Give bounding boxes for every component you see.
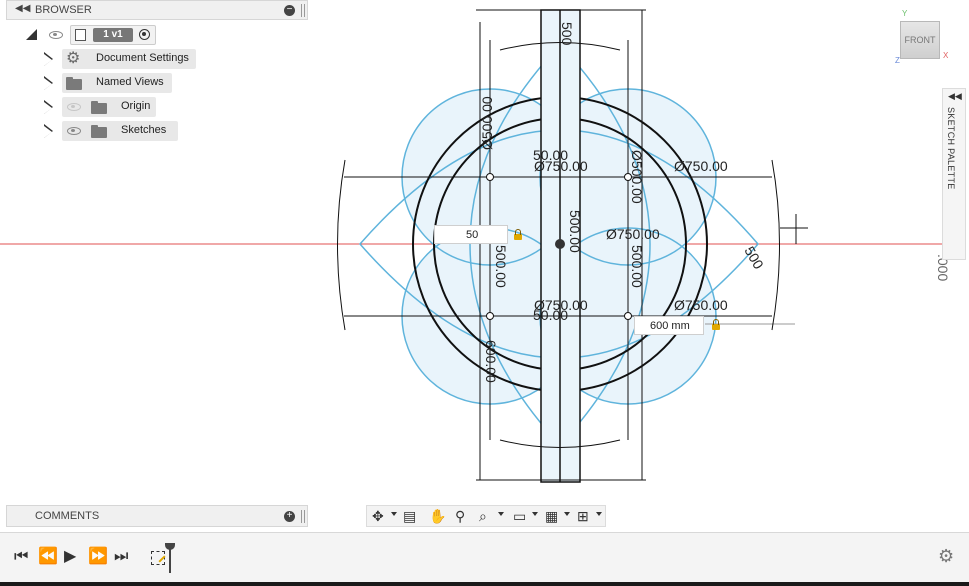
origin-point[interactable]: [555, 239, 565, 249]
sketch-palette-panel[interactable]: ◀◀ SKETCH PALETTE: [942, 88, 966, 260]
root-version-label: 1 v1: [93, 28, 133, 42]
dim-diameter-top-right: Ø750.00: [674, 158, 728, 174]
item-label: Origin: [121, 100, 151, 112]
taskbar-strip: [0, 582, 969, 586]
chevron-down-icon[interactable]: [498, 512, 504, 516]
go-to-start-icon[interactable]: ⏮: [14, 549, 28, 565]
browser-title: BROWSER: [35, 4, 92, 16]
play-icon[interactable]: ▶: [64, 549, 76, 565]
dim-right-small: 500: [741, 244, 767, 272]
eye-icon[interactable]: [67, 127, 81, 135]
folder-icon: [66, 77, 82, 90]
lock-icon: [514, 229, 522, 240]
folder-icon: [91, 101, 107, 114]
minus-icon[interactable]: −: [284, 5, 295, 16]
browser-root-row[interactable]: 1 v1: [26, 25, 166, 45]
dimension-input-left[interactable]: 50: [434, 225, 508, 244]
expand-triangle-icon[interactable]: [44, 52, 53, 66]
dim-vertical-c: 500.00: [567, 210, 583, 253]
zoom-icon[interactable]: ⚲: [455, 508, 465, 524]
step-back-icon[interactable]: ⏪: [38, 549, 58, 565]
collapse-arrows-icon[interactable]: ◀◀: [15, 3, 30, 14]
chevron-down-icon[interactable]: [596, 512, 602, 516]
eye-icon[interactable]: [49, 31, 63, 39]
viewcube-axis-z: Z: [895, 56, 900, 65]
pan-hand-icon[interactable]: ✋: [429, 508, 446, 524]
dim-vertical-f: 600.00: [483, 340, 499, 383]
settings-gear-icon[interactable]: ⚙: [938, 547, 954, 565]
comments-title: COMMENTS: [35, 510, 100, 522]
eye-hidden-icon[interactable]: [67, 103, 81, 111]
browser-item-origin[interactable]: Origin: [44, 97, 204, 117]
timeline-marker-head[interactable]: [165, 543, 175, 550]
viewcube-face-label: FRONT: [904, 35, 936, 45]
browser-item-named-views[interactable]: Named Views: [44, 73, 204, 93]
expand-triangle-icon[interactable]: [44, 76, 53, 90]
orbit-move-icon[interactable]: ✥: [372, 508, 384, 524]
viewcube[interactable]: FRONT: [900, 21, 940, 59]
comments-panel-header[interactable]: COMMENTS +: [6, 505, 308, 527]
dimension-input-right[interactable]: 600 mm: [634, 316, 704, 335]
panel-grip-icon[interactable]: [301, 4, 305, 17]
dim-vertical-e: 500.00: [629, 245, 645, 288]
viewcube-axis-y: Y: [902, 9, 908, 18]
display-settings-icon[interactable]: ▭: [513, 508, 526, 524]
dim-vertical-a: Ø500.00: [479, 96, 495, 150]
lock-icon: [712, 319, 720, 330]
timeline-bar: ⏮ ⏪ ▶ ⏩ ⏭ ⚙: [0, 532, 969, 583]
chevron-down-icon[interactable]: [532, 512, 538, 516]
dim-top-small: 500: [559, 22, 575, 46]
panel-grip-icon[interactable]: [301, 510, 305, 523]
expand-triangle-icon[interactable]: [44, 100, 53, 114]
viewcube-axis-x: X: [943, 51, 949, 60]
browser-item-sketches[interactable]: Sketches: [44, 121, 204, 141]
chevron-down-icon[interactable]: [564, 512, 570, 516]
navigation-toolbar: ✥ ▤ ✋ ⚲ ⌕ ▭ ▦ ⊞: [366, 505, 606, 527]
expand-arrows-icon[interactable]: ◀◀: [948, 91, 962, 102]
sketch-palette-title: SKETCH PALETTE: [946, 107, 956, 190]
collapse-triangle-icon[interactable]: [26, 29, 37, 40]
item-label: Named Views: [96, 76, 164, 88]
activate-radio-icon[interactable]: [139, 29, 150, 40]
root-component-node[interactable]: 1 v1: [70, 25, 156, 45]
dim-vertical-d: 500.00: [493, 245, 509, 288]
gear-icon: ⚙: [66, 50, 81, 67]
go-to-end-icon[interactable]: ⏭: [114, 549, 128, 565]
dim-fifty-bot: 50.00: [533, 307, 568, 323]
plus-icon[interactable]: +: [284, 511, 295, 522]
sketch-feature-icon[interactable]: [151, 551, 166, 565]
item-label: Document Settings: [96, 52, 189, 64]
dim-vertical-b: Ø500.00: [629, 150, 645, 204]
look-at-icon[interactable]: ▤: [403, 508, 416, 524]
step-forward-icon[interactable]: ⏩: [88, 549, 108, 565]
dim-diameter-bot-right: Ø750.00: [674, 297, 728, 313]
grid-settings-icon[interactable]: ▦: [545, 508, 558, 524]
chevron-down-icon[interactable]: [391, 512, 397, 516]
viewports-icon[interactable]: ⊞: [577, 508, 589, 524]
dim-fifty-top: 50.00: [533, 147, 568, 163]
dim-diameter-mid: Ø750.00: [606, 226, 660, 242]
folder-icon: [91, 125, 107, 138]
fit-zoom-icon[interactable]: ⌕: [479, 508, 487, 524]
component-icon: [75, 29, 86, 41]
browser-item-document-settings[interactable]: ⚙ Document Settings: [44, 49, 204, 69]
item-label: Sketches: [121, 124, 167, 136]
expand-triangle-icon[interactable]: [44, 124, 53, 138]
dimension-input-right-value: 600 mm: [650, 320, 690, 332]
dimension-input-left-value: 50: [466, 229, 479, 241]
browser-panel-header[interactable]: ◀◀ BROWSER −: [6, 0, 308, 20]
